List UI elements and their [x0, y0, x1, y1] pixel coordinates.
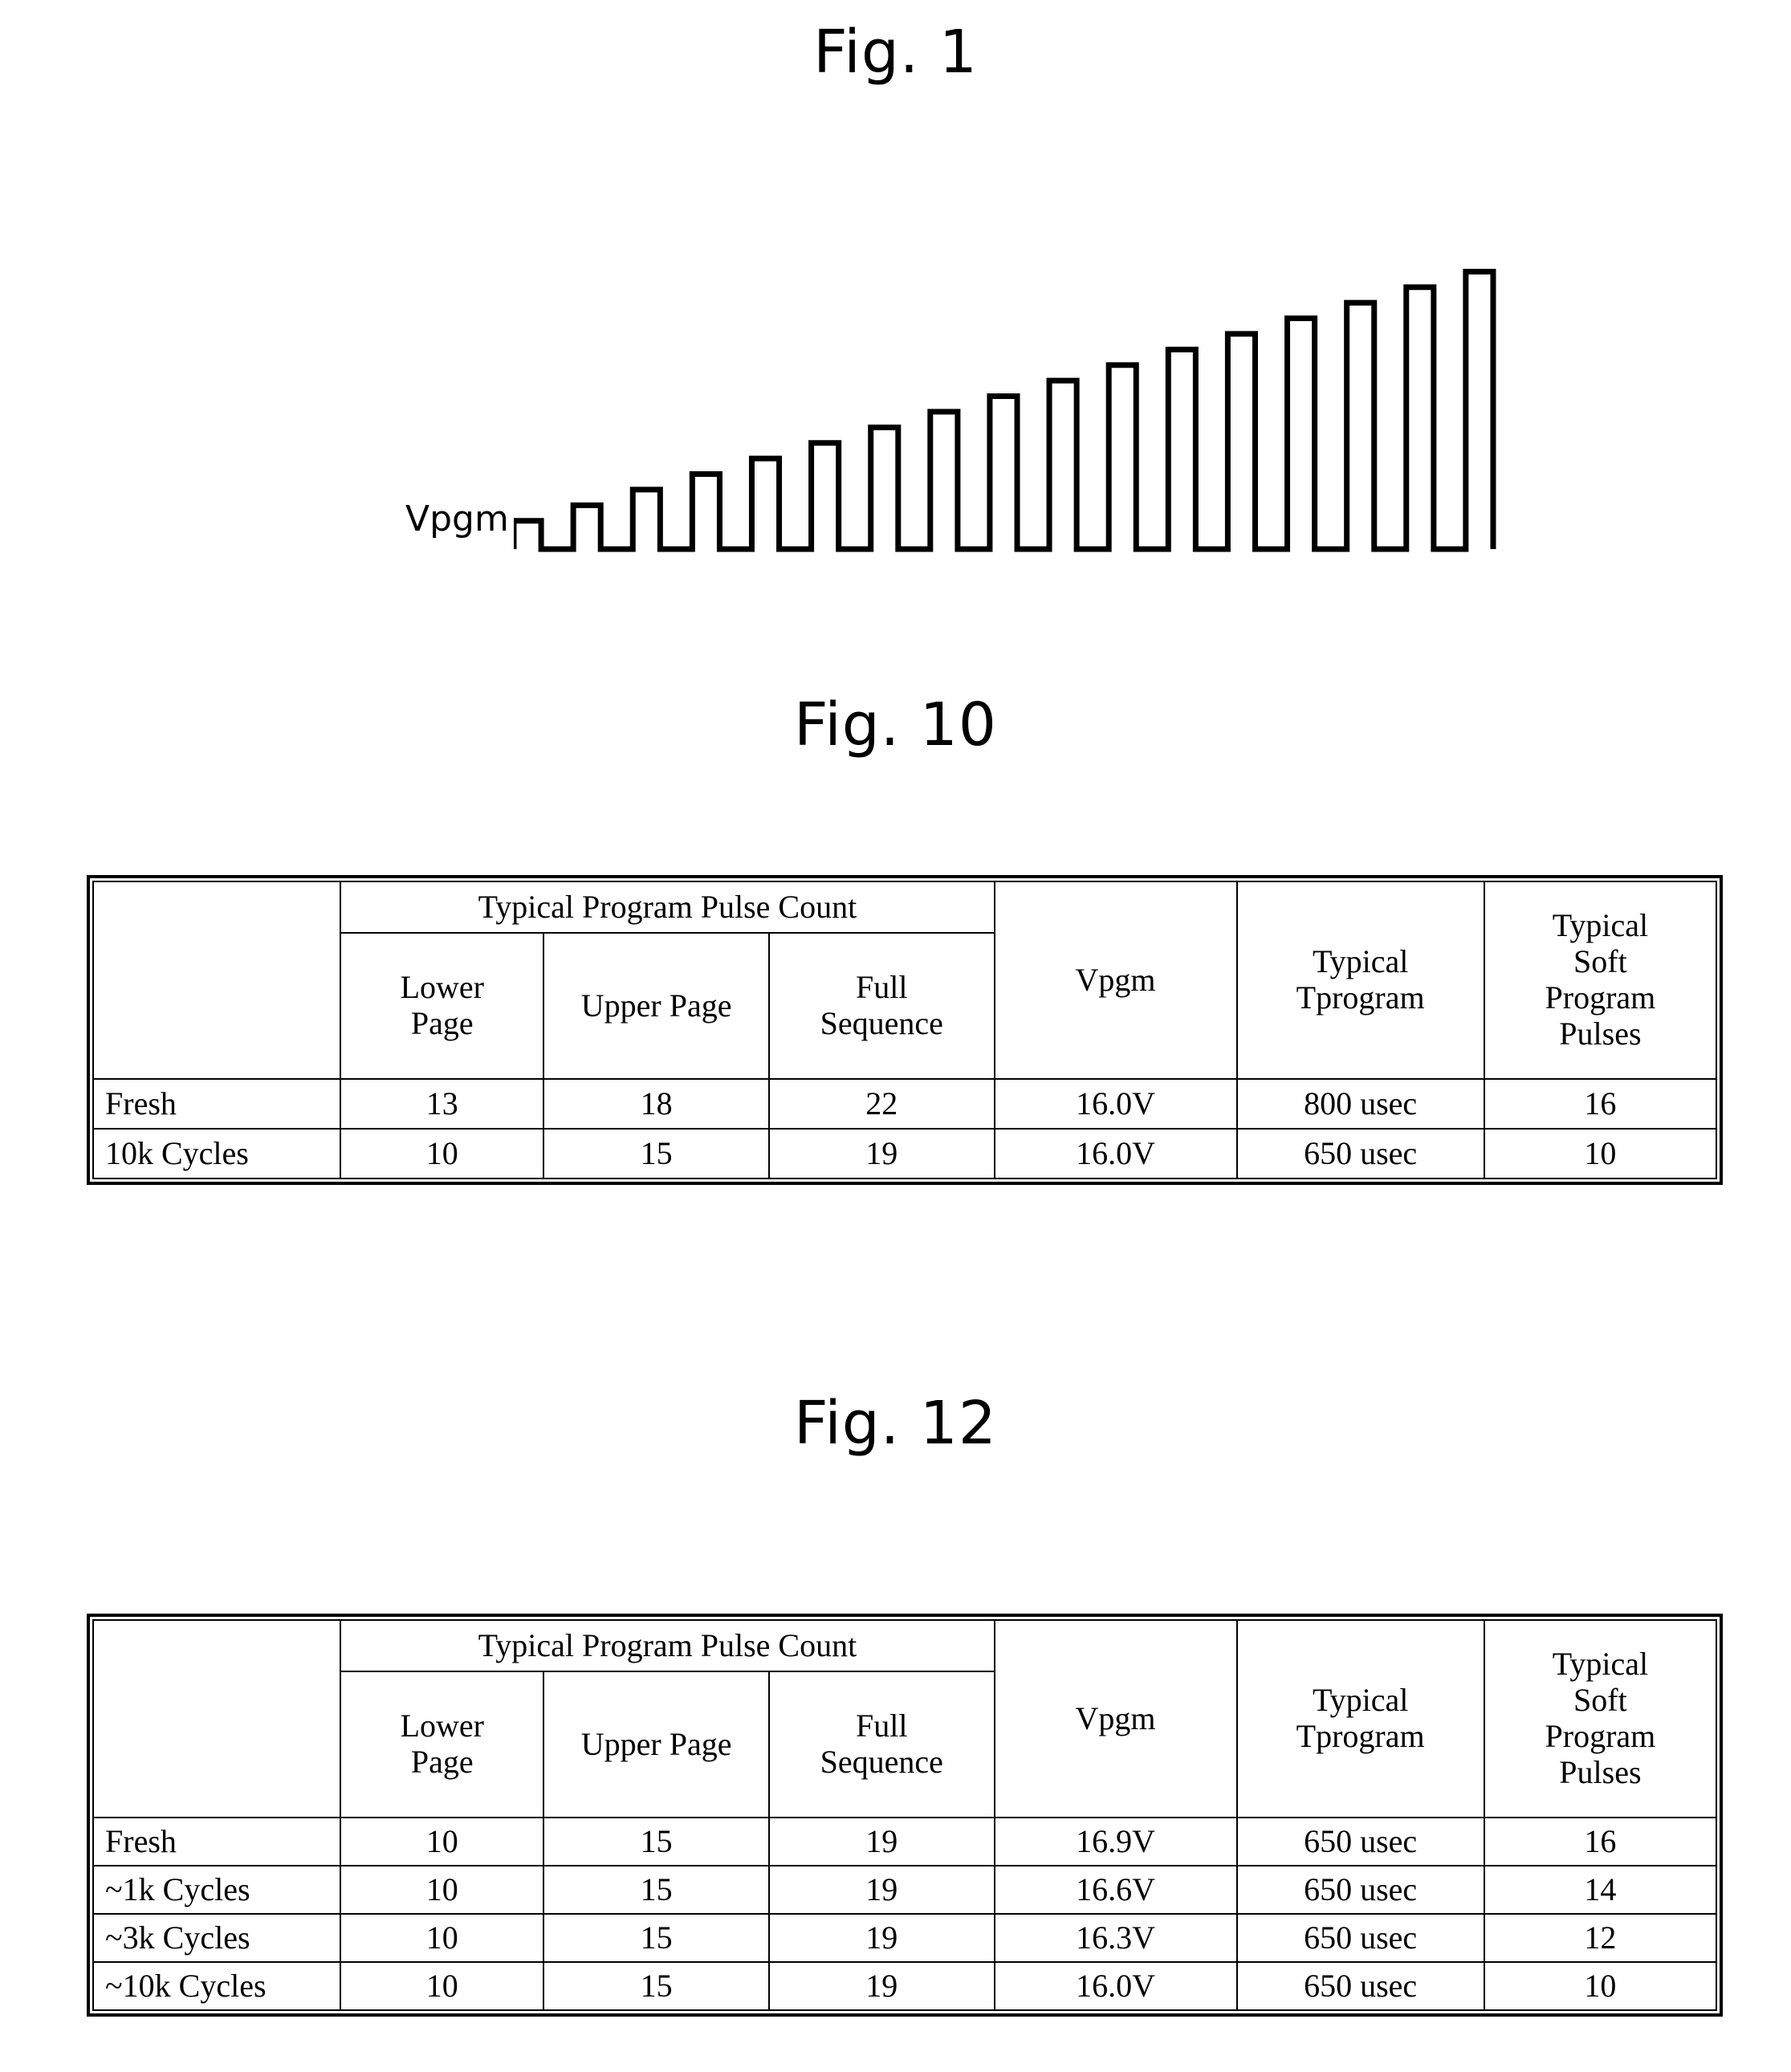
header-soft-line2: Soft: [1573, 943, 1627, 980]
cell-vpgm: 16.9V: [993, 1817, 1238, 1866]
cell-lower-page: 10: [340, 1817, 545, 1866]
program-pulse-waveform: [514, 268, 1496, 552]
cell-soft-pulses: 14: [1483, 1865, 1718, 1915]
cell-tprogram: 650 usec: [1235, 1817, 1485, 1866]
figure-10-caption: Fig. 10: [794, 690, 997, 759]
header-vpgm: Vpgm: [993, 881, 1238, 1080]
header-corner-blank: [92, 1619, 342, 1818]
header-lower-page-line1: Lower: [400, 1708, 484, 1744]
header-soft-line2: Soft: [1573, 1682, 1627, 1719]
header-typical-program-pulse-count: Typical Program Pulse Count: [340, 881, 995, 934]
cell-full-sequence: 19: [767, 1913, 995, 1963]
table-row: Fresh 10 15 19 16.9V 650 usec 16: [92, 1817, 1718, 1866]
pulse-train-path: [514, 268, 1496, 552]
row-label: Fresh: [92, 1817, 342, 1866]
header-typical-program-pulse-count: Typical Program Pulse Count: [340, 1619, 995, 1672]
header-typical-tprogram: Typical Tprogram: [1235, 881, 1485, 1080]
header-full-sequence-line1: Full: [856, 1708, 908, 1744]
table-row: Fresh 13 18 22 16.0V 800 usec 16: [92, 1078, 1718, 1130]
cell-lower-page: 10: [340, 1913, 545, 1963]
header-full-sequence-line2: Sequence: [820, 1005, 943, 1041]
header-full-sequence-line2: Sequence: [820, 1744, 943, 1780]
header-tprogram-line1: Typical: [1312, 943, 1409, 980]
cell-lower-page: 10: [340, 1128, 545, 1179]
vpgm-axis-label: Vpgm: [405, 499, 509, 539]
cell-upper-page: 15: [543, 1961, 770, 2011]
row-label: ~10k Cycles: [92, 1961, 342, 2011]
cell-vpgm: 16.0V: [993, 1128, 1238, 1179]
header-upper-page: Upper Page: [543, 1671, 770, 1818]
figure-10-table-body: Fresh 13 18 22 16.0V 800 usec 16 10k Cycles 10 15…: [92, 1078, 1718, 1179]
header-soft-line3: Program: [1545, 979, 1656, 1016]
cell-full-sequence: 19: [767, 1961, 995, 2011]
cell-vpgm: 16.0V: [993, 1961, 1238, 2011]
row-label: 10k Cycles: [92, 1128, 342, 1179]
cell-upper-page: 15: [543, 1128, 770, 1179]
header-soft-line4: Pulses: [1559, 1753, 1642, 1790]
header-lower-page-line2: Page: [410, 1744, 474, 1780]
figure-12-table-container: Typical Program Pulse Count Vpgm Typical…: [87, 1614, 1723, 2017]
cell-soft-pulses: 10: [1483, 1128, 1718, 1179]
cell-soft-pulses: 16: [1483, 1078, 1718, 1130]
header-lower-page: Lower Page: [340, 1671, 545, 1818]
cell-tprogram: 800 usec: [1235, 1078, 1485, 1130]
header-tprogram-line2: Tprogram: [1296, 979, 1425, 1016]
cell-full-sequence: 22: [767, 1078, 995, 1130]
header-typical-soft-program-pulses: Typical Soft Program Pulses: [1483, 1619, 1718, 1818]
cell-lower-page: 13: [340, 1078, 545, 1130]
header-soft-line4: Pulses: [1559, 1015, 1642, 1052]
header-lower-page: Lower Page: [340, 932, 545, 1080]
header-typical-soft-program-pulses: Typical Soft Program Pulses: [1483, 881, 1718, 1080]
table-row: ~10k Cycles 10 15 19 16.0V 650 usec 10: [92, 1961, 1718, 2011]
figure-12-caption: Fig. 12: [794, 1389, 997, 1458]
table-row: ~3k Cycles 10 15 19 16.3V 650 usec 12: [92, 1913, 1718, 1963]
figure-10-table-container: Typical Program Pulse Count Vpgm Typical…: [87, 875, 1723, 1185]
cell-tprogram: 650 usec: [1235, 1961, 1485, 2011]
cell-lower-page: 10: [340, 1961, 545, 2011]
header-soft-line1: Typical: [1552, 907, 1649, 944]
figure-10-table: Typical Program Pulse Count Vpgm Typical…: [92, 881, 1718, 1179]
cell-tprogram: 650 usec: [1235, 1865, 1485, 1915]
cell-vpgm: 16.6V: [993, 1865, 1238, 1915]
cell-vpgm: 16.3V: [993, 1913, 1238, 1963]
figure-12-table-body: Fresh 10 15 19 16.9V 650 usec 16 ~1k Cycles 10 15…: [92, 1817, 1718, 2011]
cell-full-sequence: 19: [767, 1865, 995, 1915]
cell-soft-pulses: 16: [1483, 1817, 1718, 1866]
row-label: ~1k Cycles: [92, 1865, 342, 1915]
header-full-sequence: Full Sequence: [767, 932, 995, 1080]
table-header-group-row: Typical Program Pulse Count Vpgm Typical…: [92, 1619, 1718, 1818]
header-vpgm: Vpgm: [993, 1619, 1238, 1818]
cell-vpgm: 16.0V: [993, 1078, 1238, 1130]
table-row: 10k Cycles 10 15 19 16.0V 650 usec 10: [92, 1128, 1718, 1179]
table-row: ~1k Cycles 10 15 19 16.6V 650 usec 14: [92, 1865, 1718, 1915]
cell-soft-pulses: 10: [1483, 1961, 1718, 2011]
cell-upper-page: 18: [543, 1078, 770, 1130]
cell-full-sequence: 19: [767, 1817, 995, 1866]
cell-full-sequence: 19: [767, 1128, 995, 1179]
header-tprogram-line1: Typical: [1312, 1682, 1409, 1719]
header-full-sequence: Full Sequence: [767, 1671, 995, 1818]
header-corner-blank: [92, 881, 342, 1080]
cell-tprogram: 650 usec: [1235, 1913, 1485, 1963]
header-lower-page-line2: Page: [410, 1005, 474, 1041]
header-soft-line1: Typical: [1552, 1646, 1649, 1683]
figure-1-caption: Fig. 1: [813, 18, 978, 87]
cell-upper-page: 15: [543, 1865, 770, 1915]
cell-tprogram: 650 usec: [1235, 1128, 1485, 1179]
cell-lower-page: 10: [340, 1865, 545, 1915]
cell-soft-pulses: 12: [1483, 1913, 1718, 1963]
header-lower-page-line1: Lower: [400, 969, 484, 1006]
header-full-sequence-line1: Full: [856, 969, 908, 1006]
table-header-group-row: Typical Program Pulse Count Vpgm Typical…: [92, 881, 1718, 1080]
row-label: ~3k Cycles: [92, 1913, 342, 1963]
header-tprogram-line2: Tprogram: [1296, 1718, 1425, 1754]
cell-upper-page: 15: [543, 1913, 770, 1963]
figure-12-table: Typical Program Pulse Count Vpgm Typical…: [92, 1619, 1718, 2011]
cell-upper-page: 15: [543, 1817, 770, 1866]
row-label: Fresh: [92, 1078, 342, 1130]
header-typical-tprogram: Typical Tprogram: [1235, 1619, 1485, 1818]
header-soft-line3: Program: [1545, 1718, 1656, 1754]
header-upper-page: Upper Page: [543, 932, 770, 1080]
